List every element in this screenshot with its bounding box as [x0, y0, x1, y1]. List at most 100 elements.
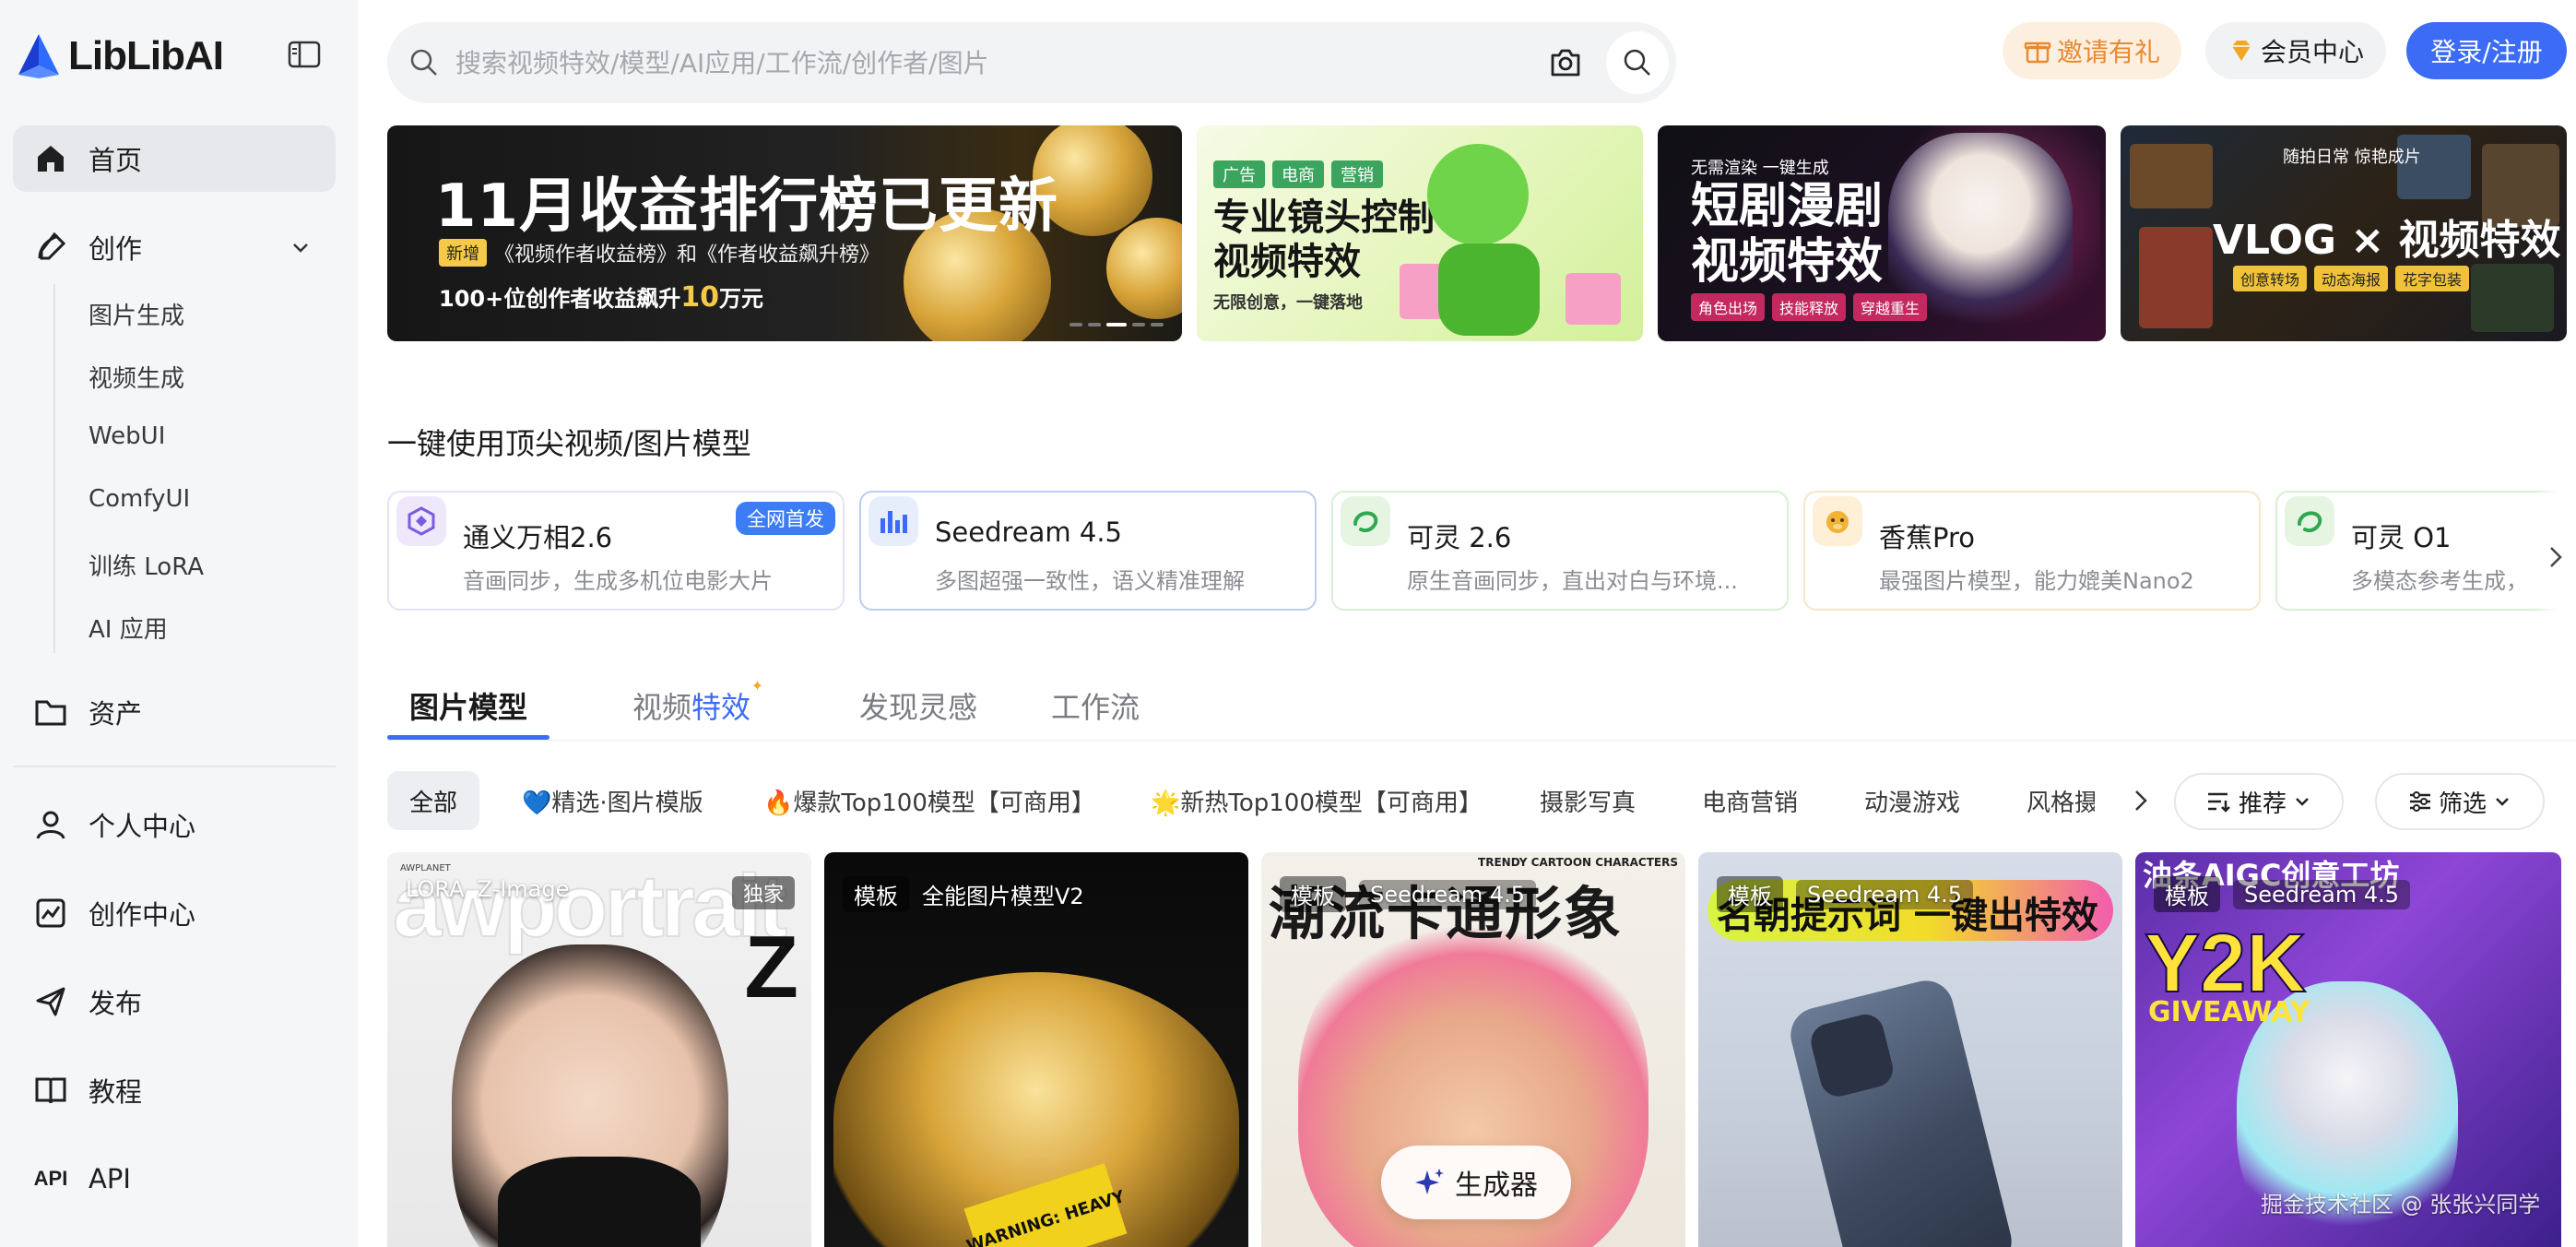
sidebar-item-home[interactable]: 首页: [13, 125, 336, 192]
card-tags: 模板 Seedream 4.5: [1280, 876, 1536, 912]
login-button[interactable]: 登录/注册: [2406, 22, 2567, 79]
chevron-down-icon[interactable]: [290, 236, 312, 258]
generator-button[interactable]: 生成器: [1381, 1146, 1571, 1219]
filter-chip-all[interactable]: 全部: [387, 771, 480, 830]
sidebar-subitem-train-lora[interactable]: 训练 LoRA: [89, 548, 204, 582]
gallery-card-gold-ingot[interactable]: WARNING: HEAVY 模板 全能图片模型V2: [824, 852, 1248, 1247]
sidebar-item-api[interactable]: API API: [13, 1146, 336, 1212]
banner-camera-control[interactable]: 广告 电商 营销 专业镜头控制 视频特效 无限创意，一键落地: [1197, 125, 1643, 341]
tag: 动态海报: [2314, 266, 2389, 291]
tag: 广告: [1213, 160, 1265, 188]
model-desc: 多模态参考生成，: [2351, 568, 2528, 594]
sidebar-item-publish[interactable]: 发布: [13, 968, 336, 1035]
sidebar-item-profile[interactable]: 个人中心: [13, 791, 336, 858]
kling-icon: [1341, 496, 1390, 546]
tab-label-highlight: 特效: [691, 690, 751, 725]
filter-chip-anime-games[interactable]: 动漫游戏: [1864, 771, 1960, 830]
seedream-icon: [869, 496, 918, 546]
tag: 技能释放: [1772, 293, 1847, 321]
card-tags: LORA Z-Image: [406, 876, 569, 902]
model-card-kling-o1[interactable]: 可灵 O1 多模态参考生成，: [2275, 491, 2576, 611]
sort-dropdown[interactable]: 推荐: [2174, 773, 2344, 830]
sidebar-item-create[interactable]: 创作: [13, 214, 336, 280]
sidebar-subitem-comfyui[interactable]: ComfyUI: [89, 485, 190, 513]
card-model: Seedream 4.5: [2233, 879, 2410, 909]
sort-label: 推荐: [2238, 790, 2286, 818]
home-icon: [33, 141, 68, 176]
user-icon: [33, 807, 68, 842]
filter-chip-style[interactable]: 风格摄: [2027, 771, 2095, 830]
sidebar-item-assets[interactable]: 资产: [13, 679, 336, 745]
tab-inspiration[interactable]: 发现灵感: [859, 684, 977, 727]
filter-chip-featured[interactable]: 💙精选·图片模版: [522, 771, 703, 830]
filter-chip-top100-new[interactable]: 🌟新热Top100模型【可商用】: [1151, 771, 1483, 830]
caption-number: 10: [680, 281, 719, 314]
photo-thumb: [2471, 264, 2554, 332]
vip-center-button[interactable]: 会员中心: [2205, 22, 2386, 79]
filter-chip-ecommerce[interactable]: 电商营销: [1702, 771, 1798, 830]
banner-earnings-ranking[interactable]: 11月收益排行榜已更新 新增 《视频作者收益榜》和《作者收益飙升榜》 100+位…: [387, 125, 1182, 341]
tag: 营销: [1331, 160, 1383, 188]
invite-label: 邀请有礼: [2056, 37, 2160, 67]
filter-chip-photography[interactable]: 摄影写真: [1540, 771, 1636, 830]
sidebar-item-label: 资产: [89, 698, 143, 730]
model-name: 香蕉Pro: [1879, 522, 1976, 553]
filter-chip-top100-hot[interactable]: 🔥爆款Top100模型【可商用】: [763, 771, 1095, 830]
model-card-banana-pro[interactable]: 香蕉Pro 最强图片模型，能力媲美Nano2: [1803, 491, 2261, 611]
sidebar-toggle-icon[interactable]: [288, 41, 321, 68]
poster-letter: Z: [744, 918, 798, 1016]
card-type: LORA: [406, 876, 465, 902]
banner-title: VLOG × 视频特效: [2213, 217, 2561, 264]
banner-subtitle-text: 《视频作者收益榜》和《作者收益飙升榜》: [494, 243, 880, 267]
filter-label: 筛选: [2438, 790, 2487, 818]
tv-image: [1566, 273, 1621, 325]
banner-drama-effects[interactable]: 无需渲染 一键生成 短剧漫剧 视频特效 角色出场 技能释放 穿越重生: [1658, 125, 2106, 341]
sidebar-divider: [13, 766, 336, 767]
gallery-card-cartoon[interactable]: TRENDY CARTOON CHARACTERS 潮流卡通形象 模板 Seed…: [1261, 852, 1685, 1247]
card-type: 模板: [1280, 876, 1346, 912]
card-model: Seedream 4.5: [1796, 879, 1973, 909]
coin-image: [1106, 218, 1182, 319]
tab-divider: [387, 740, 2576, 741]
gallery-card-awportrait[interactable]: AWPLANET awportrait Z LORA Z-Image 独家: [387, 852, 811, 1247]
carousel-dots[interactable]: [1069, 323, 1164, 327]
sort-icon: [2207, 792, 2230, 813]
login-label: 登录/注册: [2430, 37, 2543, 67]
sidebar-subitem-ai-app[interactable]: AI 应用: [89, 611, 168, 645]
title-line: 短剧漫剧: [1691, 179, 1884, 234]
tab-image-models[interactable]: 图片模型: [409, 684, 527, 727]
model-name: 可灵 O1: [2351, 522, 2452, 553]
tab-workflow[interactable]: 工作流: [1051, 684, 1140, 727]
chevron-right-icon[interactable]: [2122, 782, 2159, 819]
chevron-down-icon: [2296, 798, 2309, 806]
sidebar-item-tutorial[interactable]: 教程: [13, 1057, 336, 1123]
carousel-next-button[interactable]: [2535, 491, 2576, 624]
card-type: 模板: [2154, 876, 2220, 912]
gift-icon: [2024, 42, 2051, 64]
model-desc: 原生音画同步，直出对白与环境...: [1407, 568, 1738, 594]
card-tags: 模板 Seedream 4.5: [2154, 876, 2410, 912]
chart-icon: [33, 896, 68, 931]
tab-video-effects[interactable]: 视频特效 ✦: [632, 677, 763, 727]
camera-icon[interactable]: [1547, 44, 1584, 81]
poster-giveaway-text: GIVEAWAY: [2148, 996, 2310, 1028]
chevron-down-icon: [2496, 798, 2509, 806]
sidebar-subitem-webui[interactable]: WebUI: [89, 422, 165, 450]
caption-text: 100+位创作者收益飙升: [439, 286, 681, 312]
vip-label: 会员中心: [2260, 37, 2364, 67]
search-input[interactable]: [455, 39, 1543, 87]
filter-dropdown[interactable]: 筛选: [2375, 773, 2545, 830]
sidebar-subitem-image-gen[interactable]: 图片生成: [89, 297, 184, 331]
sidebar-item-label: 创作中心: [89, 899, 196, 931]
model-card-tongyi[interactable]: 全网首发 通义万相2.6 音画同步，生成多机位电影大片: [387, 491, 845, 611]
sidebar-subitem-video-gen[interactable]: 视频生成: [89, 360, 184, 394]
gallery-card-phone[interactable]: 名朝提示词 一键出特效 模板 Seedream 4.5: [1698, 852, 2122, 1247]
banner-vlog-effects[interactable]: 随拍日常 惊艳成片 VLOG × 视频特效 创意转场 动态海报 花字包装: [2121, 125, 2567, 341]
phone-image: [1784, 974, 2018, 1247]
sidebar-item-creator-center[interactable]: 创作中心: [13, 880, 336, 946]
model-desc: 最强图片模型，能力媲美Nano2: [1879, 568, 2194, 594]
search-button[interactable]: [1606, 31, 1669, 94]
model-card-seedream[interactable]: Seedream 4.5 多图超强一致性，语义精准理解: [859, 491, 1317, 611]
invite-button[interactable]: 邀请有礼: [2003, 22, 2181, 79]
model-card-kling-26[interactable]: 可灵 2.6 原生音画同步，直出对白与环境...: [1331, 491, 1789, 611]
